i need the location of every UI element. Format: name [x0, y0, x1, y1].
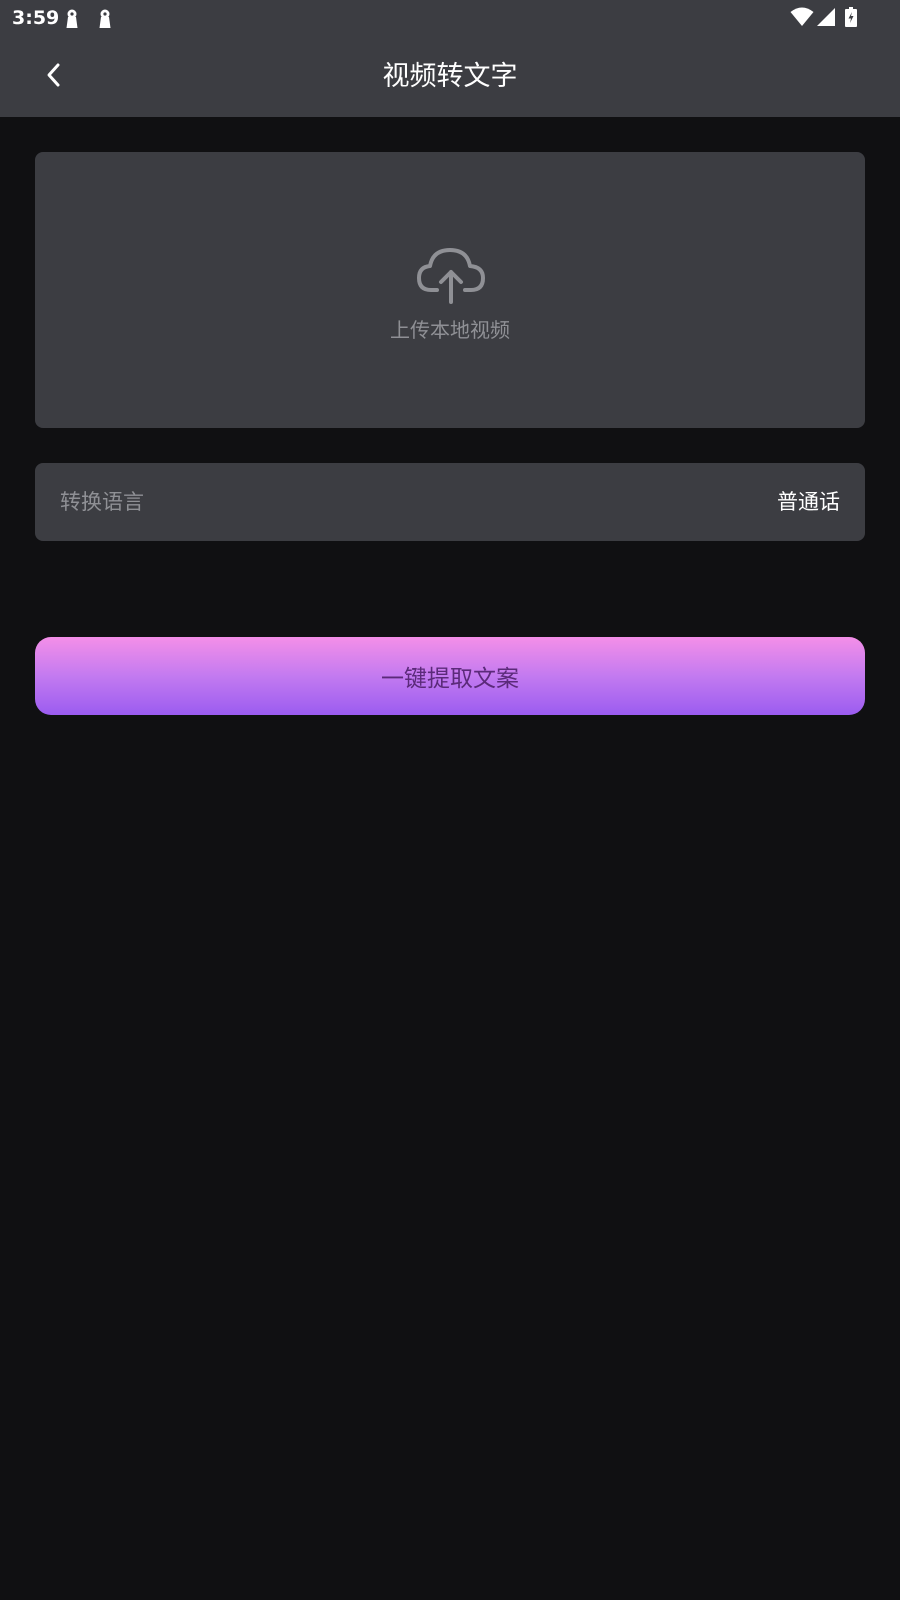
status-bar: 3:59 [0, 0, 900, 37]
language-value: 普通话 [777, 490, 840, 514]
notification-icon [66, 9, 78, 28]
battery-charging-icon [845, 7, 857, 27]
wifi-icon [790, 7, 814, 26]
signal-icon [817, 8, 835, 26]
language-label: 转换语言 [60, 490, 144, 514]
cloud-upload-icon [417, 248, 485, 304]
extract-text-button[interactable]: 一键提取文案 [35, 637, 865, 715]
language-selector[interactable]: 转换语言 普通话 [35, 463, 865, 541]
status-time: 3:59 [12, 7, 60, 29]
back-button[interactable] [36, 55, 72, 95]
extract-button-label: 一键提取文案 [381, 666, 519, 692]
chevron-left-icon [47, 63, 60, 87]
upload-label: 上传本地视频 [390, 318, 510, 342]
page-title: 视频转文字 [382, 61, 518, 92]
upload-video-area[interactable]: 上传本地视频 [35, 152, 865, 428]
notification-icon [99, 9, 111, 28]
app-header: 视频转文字 [0, 37, 900, 117]
